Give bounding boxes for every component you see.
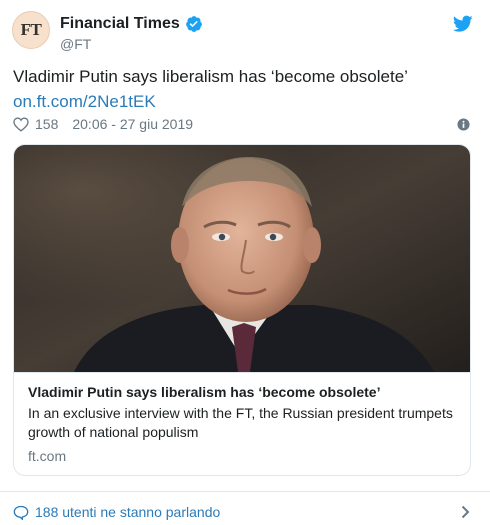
avatar-logo-text: FT	[20, 20, 42, 39]
card-title: Vladimir Putin says liberalism has ‘beco…	[28, 384, 381, 400]
like-count[interactable]: 158	[35, 116, 58, 132]
account-name-row: Financial Times	[60, 14, 203, 34]
speech-bubble-icon	[13, 505, 29, 520]
heart-icon[interactable]	[13, 116, 29, 132]
tweet-text: Vladimir Putin says liberalism has ‘beco…	[13, 67, 408, 86]
account-name[interactable]: Financial Times	[60, 15, 180, 33]
link-preview-card[interactable]: Vladimir Putin says liberalism has ‘beco…	[13, 144, 471, 476]
card-domain: ft.com	[28, 448, 67, 464]
account-handle[interactable]: @FT	[60, 36, 91, 52]
footer-divider	[0, 491, 490, 492]
tweet-timestamp[interactable]: 20:06 - 27 giu 2019	[72, 116, 193, 132]
tweet-meta: 158 20:06 - 27 giu 2019	[13, 115, 193, 133]
info-icon[interactable]	[457, 118, 470, 131]
conversation-count[interactable]: 188 utenti ne stanno parlando	[35, 504, 220, 520]
conversation-link[interactable]: 188 utenti ne stanno parlando	[13, 503, 220, 521]
card-image	[14, 145, 470, 372]
embedded-tweet: FT Financial Times @FT Vladimir Putin sa…	[0, 0, 490, 525]
card-description: In an exclusive interview with the FT, t…	[28, 405, 453, 440]
chevron-right-icon[interactable]	[461, 505, 470, 519]
verified-badge-icon	[185, 16, 202, 32]
twitter-bird-icon[interactable]	[453, 15, 473, 33]
tweet-link[interactable]: on.ft.com/2Ne1tEK	[13, 91, 156, 113]
card-body: Vladimir Putin says liberalism has ‘beco…	[14, 372, 470, 475]
avatar[interactable]: FT	[12, 11, 50, 49]
